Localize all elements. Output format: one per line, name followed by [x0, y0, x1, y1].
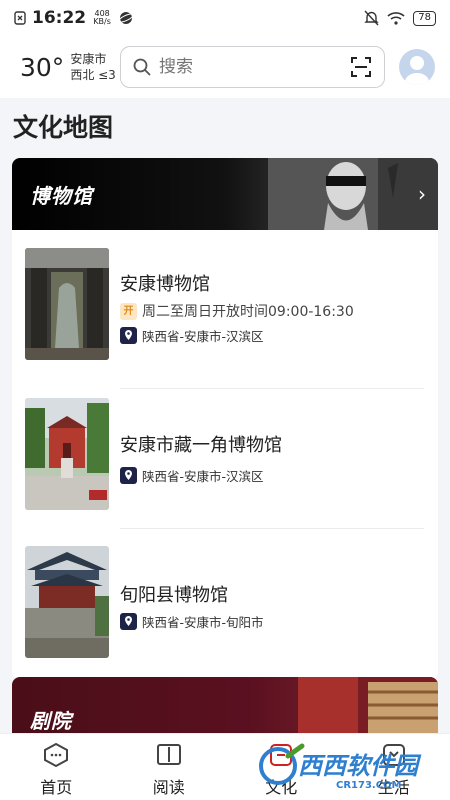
hours-text: 周二至周日开放时间09:00-16:30: [142, 304, 354, 320]
museum-thumbnail: [25, 398, 109, 510]
svg-text:CR173.COM: CR173.COM: [336, 780, 402, 791]
museum-name: 旬阳县博物馆: [120, 585, 228, 606]
list-item[interactable]: 旬阳县博物馆 陕西省-安康市-旬阳市: [12, 546, 438, 680]
avatar[interactable]: [399, 49, 435, 85]
museum-section-title: 博物馆: [30, 184, 93, 208]
search-icon: [133, 58, 151, 76]
museum-card: 博物馆 › 安康博物馆 开 周二至周日开放时间09:00-16:30 陕西省-安…: [12, 158, 438, 680]
museum-banner[interactable]: 博物馆 ›: [12, 158, 438, 230]
open-badge-icon: 开: [120, 302, 137, 320]
chevron-right-icon[interactable]: ›: [418, 182, 426, 206]
notification-close-icon: [14, 11, 26, 25]
museum-thumbnail: [25, 546, 109, 658]
page-title: 文化地图: [13, 113, 114, 142]
app-header: 30° 安康市 西北 ≤3: [0, 36, 450, 98]
nav-home[interactable]: 首页: [0, 734, 113, 800]
temperature: 30°: [20, 52, 65, 82]
theatre-banner[interactable]: 剧院: [12, 677, 438, 737]
divider: [120, 528, 424, 529]
address-line: 陕西省-安康市-汉滨区: [120, 326, 264, 345]
status-time: 16:22: [32, 8, 87, 28]
wifi-icon: [387, 12, 405, 25]
nav-label: 阅读: [152, 778, 185, 797]
net-speed: 408 KB/s: [93, 9, 111, 26]
museum-name: 安康市藏一角博物馆: [120, 435, 282, 456]
address-text: 陕西省-安康市-汉滨区: [142, 469, 264, 484]
user-icon: [405, 56, 429, 85]
svg-text:西西软件园: 西西软件园: [298, 752, 422, 780]
location-pin-icon: [120, 327, 137, 344]
statue-image: [268, 158, 438, 230]
list-item[interactable]: 安康市藏一角博物馆 陕西省-安康市-汉滨区: [12, 398, 438, 548]
scan-icon[interactable]: [350, 56, 372, 78]
museum-thumbnail: [25, 248, 109, 360]
mute-icon: [364, 10, 379, 26]
book-icon: [156, 744, 181, 765]
address-line: 陕西省-安康市-汉滨区: [120, 466, 264, 485]
search-box[interactable]: [120, 46, 385, 88]
museum-name: 安康博物馆: [120, 274, 210, 295]
battery-indicator: 78: [413, 10, 436, 26]
address-line: 陕西省-安康市-旬阳市: [120, 612, 264, 631]
location-pin-icon: [120, 467, 137, 484]
planet-icon: [118, 12, 134, 24]
status-bar: 16:22 408 KB/s 78: [0, 0, 450, 36]
theatre-section-title: 剧院: [30, 709, 72, 733]
weather-info[interactable]: 安康市 西北 ≤3: [70, 51, 116, 83]
home-icon: [44, 742, 69, 768]
address-text: 陕西省-安康市-旬阳市: [142, 615, 264, 630]
location-pin-icon: [120, 613, 137, 630]
search-input[interactable]: [159, 57, 329, 77]
nav-read[interactable]: 阅读: [113, 734, 226, 800]
list-item[interactable]: 安康博物馆 开 周二至周日开放时间09:00-16:30 陕西省-安康市-汉滨区: [12, 248, 438, 398]
divider: [120, 388, 424, 389]
site-watermark-logo: 西西软件园 CR173.COM: [259, 743, 422, 791]
address-text: 陕西省-安康市-汉滨区: [142, 329, 264, 344]
city-name: 安康市: [70, 52, 107, 66]
opening-hours: 开 周二至周日开放时间09:00-16:30: [120, 301, 354, 321]
theatre-image: [298, 677, 438, 737]
nav-label: 首页: [40, 778, 73, 797]
wind-info: 西北 ≤3: [70, 68, 116, 82]
